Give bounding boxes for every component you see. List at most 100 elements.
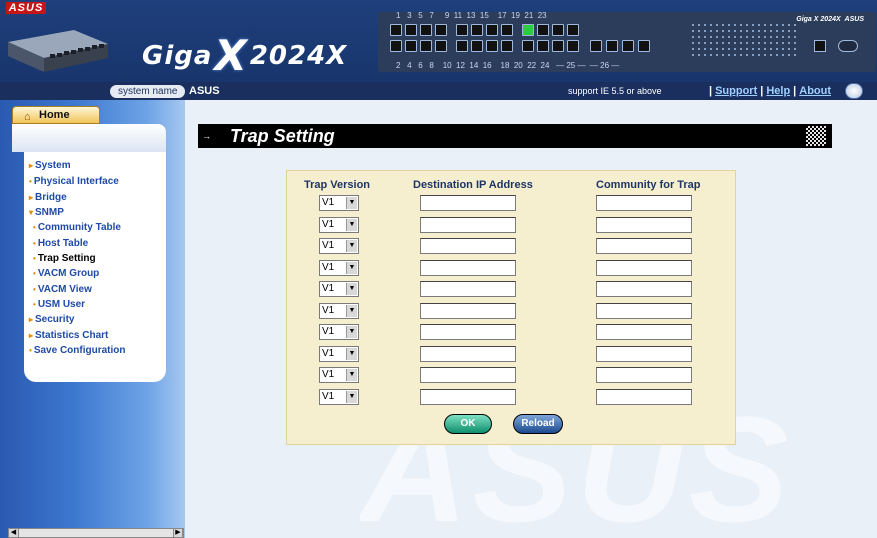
title-decoration-icon [806, 126, 826, 146]
ethernet-port-icon [537, 24, 549, 36]
trap-version-select[interactable]: V1 ▼ [319, 259, 359, 276]
sidebar-item-bridge[interactable]: ▸ Bridge [29, 192, 67, 203]
trap-version-select[interactable]: V1 ▼ [319, 388, 359, 405]
sidebar-item-save-configuration[interactable]: • Save Configuration [29, 345, 126, 356]
ethernet-port-icon [456, 24, 468, 36]
sidebar-item-statistics-chart[interactable]: ▸ Statistics Chart [29, 330, 108, 341]
community-input[interactable] [596, 388, 692, 405]
destination-ip-input[interactable] [420, 216, 516, 233]
mini-brand-label: Giga X 2024X ASUS [796, 16, 864, 23]
community-input[interactable] [596, 238, 692, 254]
uplink-port-icon [590, 40, 602, 52]
trap-version-select[interactable]: V1 ▼ [319, 238, 359, 254]
trap-version-select[interactable]: V1 ▼ [319, 367, 359, 383]
about-link[interactable]: About [799, 85, 831, 97]
chevron-down-icon[interactable]: ▼ [346, 347, 357, 360]
ethernet-port-icon [501, 24, 513, 36]
community-input[interactable] [596, 281, 692, 297]
home-tab[interactable]: ⌂ Home [12, 106, 100, 124]
destination-ip-input[interactable] [420, 367, 516, 383]
trap-version-select[interactable]: V1 ▼ [319, 281, 359, 297]
destination-ip-input[interactable] [420, 345, 516, 362]
refresh-button[interactable] [845, 83, 863, 99]
ethernet-port-icon [405, 24, 417, 36]
destination-ip-input[interactable] [420, 259, 516, 276]
trap-version-value: V1 [322, 369, 335, 380]
trap-version-select[interactable]: V1 ▼ [319, 302, 359, 319]
chevron-down-icon[interactable]: ▼ [346, 240, 357, 252]
ethernet-port-icon [486, 40, 498, 52]
destination-ip-input[interactable] [420, 302, 516, 319]
trap-version-select[interactable]: V1 ▼ [319, 345, 359, 362]
trap-version-select[interactable]: V1 ▼ [319, 216, 359, 233]
home-label: Home [39, 109, 70, 121]
trap-version-select[interactable]: V1 ▼ [319, 324, 359, 340]
support-link[interactable]: Support [715, 85, 757, 97]
community-input[interactable] [596, 195, 692, 211]
ethernet-port-icon [420, 40, 432, 52]
chevron-down-icon[interactable]: ▼ [346, 390, 357, 403]
ethernet-port-icon [567, 40, 579, 52]
sidebar-item-label: USM User [37, 299, 86, 310]
sidebar-item-vacm-view[interactable]: • VACM View [33, 284, 92, 295]
sidebar-item-system[interactable]: ▸ System [29, 160, 71, 171]
console-port [838, 40, 858, 52]
chevron-down-icon[interactable]: ▼ [346, 218, 357, 231]
sidebar-item-label: VACM Group [37, 268, 100, 279]
sidebar-item-snmp[interactable]: ▾ SNMP [29, 207, 64, 218]
port-numbers-bottom: 2 4 6 8 10 12 14 16 18 20 22 24 — 25 — —… [396, 61, 620, 70]
community-input[interactable] [596, 216, 692, 233]
ethernet-port-icon [522, 24, 534, 36]
sidebar-item-security[interactable]: ▸ Security [29, 314, 74, 325]
menu-marker-icon: • [33, 223, 36, 232]
chevron-down-icon[interactable]: ▼ [346, 326, 357, 338]
ethernet-port-icon [552, 24, 564, 36]
title-arrow-icon: → [202, 131, 211, 141]
uplink-port-icon [606, 40, 618, 52]
destination-ip-input[interactable] [420, 281, 516, 297]
ethernet-port-icon [567, 24, 579, 36]
sidebar-item-community-table[interactable]: • Community Table [33, 222, 121, 233]
trap-version-value: V1 [322, 326, 335, 337]
home-icon: ⌂ [24, 111, 31, 123]
sidebar-item-usm-user[interactable]: • USM User [33, 299, 85, 310]
status-led-grid [690, 22, 798, 56]
ethernet-port-icon [522, 40, 534, 52]
sidebar-item-trap-setting[interactable]: • Trap Setting [33, 253, 96, 264]
ethernet-port-icon [537, 40, 549, 52]
destination-ip-input[interactable] [420, 195, 516, 211]
destination-ip-input[interactable] [420, 388, 516, 405]
sidebar-item-physical-interface[interactable]: • Physical Interface [29, 176, 119, 187]
help-link[interactable]: Help [766, 85, 790, 97]
sidebar-item-label: System [35, 160, 71, 171]
destination-ip-input[interactable] [420, 324, 516, 340]
top-links: | Support | Help | About [709, 85, 832, 97]
community-input[interactable] [596, 367, 692, 383]
chevron-down-icon[interactable]: ▼ [346, 369, 357, 381]
horizontal-scrollbar[interactable]: ◀ ▶ [8, 528, 184, 538]
community-input[interactable] [596, 345, 692, 362]
community-input[interactable] [596, 324, 692, 340]
panel-status-area: Giga X 2024X ASUS [680, 12, 870, 66]
destination-ip-input[interactable] [420, 238, 516, 254]
scroll-left-icon[interactable]: ◀ [9, 529, 19, 537]
chevron-down-icon[interactable]: ▼ [346, 261, 357, 274]
chevron-down-icon[interactable]: ▼ [346, 197, 357, 209]
menu-marker-icon: • [33, 269, 36, 278]
community-input[interactable] [596, 259, 692, 276]
sidebar-item-vacm-group[interactable]: • VACM Group [33, 268, 99, 279]
header: ASUS GigaX2024X 1 3 5 7 9 11 13 15 17 19… [0, 0, 877, 82]
menu-marker-icon: ▾ [29, 208, 34, 217]
scroll-right-icon[interactable]: ▶ [173, 529, 183, 537]
ethernet-port-icon [471, 24, 483, 36]
trap-version-value: V1 [322, 347, 335, 359]
chevron-down-icon[interactable]: ▼ [346, 304, 357, 317]
ethernet-port-icon [552, 40, 564, 52]
ok-button[interactable]: OK [444, 414, 492, 434]
trap-version-select[interactable]: V1 ▼ [319, 195, 359, 211]
asus-logo: ASUS [6, 2, 46, 14]
sidebar-item-host-table[interactable]: • Host Table [33, 238, 88, 249]
reload-button[interactable]: Reload [513, 414, 563, 434]
chevron-down-icon[interactable]: ▼ [346, 283, 357, 295]
community-input[interactable] [596, 302, 692, 319]
